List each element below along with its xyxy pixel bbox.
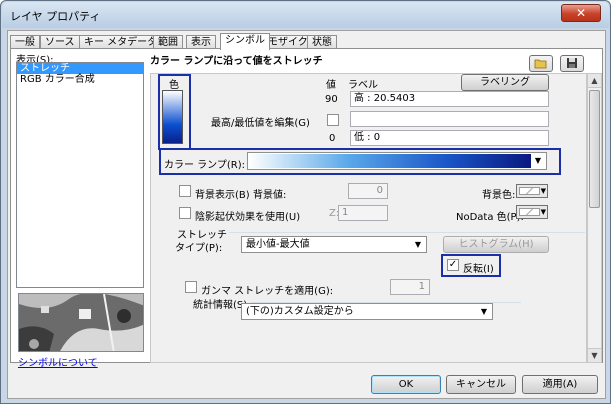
symbology-panel: 表示(S): ストレッチ RGB カラー合成 シンボルについて カラー ランプに… <box>10 48 603 369</box>
statistics-dropdown[interactable]: (下の)カスタム設定から ▼ <box>241 303 493 320</box>
tab-display[interactable]: 表示 <box>186 35 216 49</box>
low-value: 0 <box>329 133 336 144</box>
edit-high-low-label: 最高/最低値を編集(G) <box>211 118 310 129</box>
background-value-label: 背景値: <box>253 190 287 201</box>
nodata-color-button[interactable]: ▼ <box>516 205 548 219</box>
statistics-value: (下の)カスタム設定から <box>246 306 354 317</box>
list-item-stretch[interactable]: ストレッチ <box>17 63 143 74</box>
tab-extent[interactable]: 範囲 <box>153 35 183 49</box>
vertical-scrollbar[interactable]: ▲ ▼ <box>587 73 602 363</box>
ok-button[interactable]: OK <box>371 375 441 394</box>
chevron-down-icon: ▼ <box>414 240 422 249</box>
histogram-button[interactable]: ヒストグラム(H) <box>443 236 549 253</box>
renderer-title: カラー ランプに沿って値をストレッチ <box>150 56 323 67</box>
background-value-field[interactable]: 0 <box>348 183 388 199</box>
tab-mosaic[interactable]: モザイク <box>263 35 313 49</box>
edit-high-low-checkbox[interactable] <box>327 114 339 126</box>
layer-properties-window: レイヤ プロパティ ✕ 一般 ソース キー メタデータ 範囲 表示 シンボル モ… <box>0 0 611 404</box>
open-folder-button[interactable] <box>529 55 553 72</box>
folder-icon <box>534 59 547 69</box>
close-button[interactable]: ✕ <box>561 4 601 22</box>
background-color-button[interactable]: ▼ <box>516 184 548 198</box>
display-background-label: 背景表示(B) <box>195 190 250 201</box>
save-icon <box>567 58 577 68</box>
high-label-field[interactable]: 高 : 20.5403 <box>350 91 549 107</box>
stretch-type-value: 最小値-最大値 <box>246 239 310 250</box>
scroll-thumb[interactable] <box>589 90 600 208</box>
apply-button[interactable]: 適用(A) <box>522 375 598 394</box>
gamma-stretch-label: ガンマ ストレッチを適用(G): <box>201 286 334 297</box>
nodata-color-label: NoData 色(P): <box>456 212 524 223</box>
statistics-label: 統計情報(S) <box>193 300 248 311</box>
chevron-down-icon: ▼ <box>480 307 488 316</box>
stretch-type-dropdown[interactable]: 最小値-最大値 ▼ <box>241 236 427 253</box>
low-label-field[interactable]: 低 : 0 <box>350 130 549 146</box>
scroll-down-icon[interactable]: ▼ <box>588 348 601 362</box>
dialog-client: 一般 ソース キー メタデータ 範囲 表示 シンボル モザイク 状態 表示(S)… <box>7 30 606 399</box>
title-bar[interactable]: レイヤ プロパティ ✕ <box>2 2 609 28</box>
color-swatch-highlight <box>158 74 191 150</box>
value-column-header: 値 <box>326 80 336 91</box>
scroll-up-icon[interactable]: ▲ <box>588 74 601 88</box>
invert-highlight <box>441 254 501 277</box>
stretch-group-divider <box>229 232 585 233</box>
no-color-swatch-icon <box>519 187 540 195</box>
window-title: レイヤ プロパティ <box>10 10 101 23</box>
renderer-content: 色 値 ラベル ラベリング 90 高 : 20.5403 最高/最低値を編集(G… <box>150 73 587 363</box>
mid-label-field[interactable] <box>350 111 549 127</box>
background-color-label: 背景色: <box>482 190 516 201</box>
hillshade-checkbox[interactable] <box>179 207 191 219</box>
tab-status[interactable]: 状態 <box>307 35 337 49</box>
display-background-checkbox[interactable] <box>179 185 191 197</box>
gamma-stretch-checkbox[interactable] <box>185 281 197 293</box>
tab-key-metadata[interactable]: キー メタデータ <box>79 35 163 49</box>
high-value: 90 <box>325 94 338 105</box>
color-ramp-highlight <box>159 148 561 175</box>
hillshade-label: 陰影起伏効果を使用(U) <box>195 212 301 223</box>
list-item-rgb-composite[interactable]: RGB カラー合成 <box>17 74 143 85</box>
gamma-value-field[interactable]: 1 <box>390 279 430 295</box>
tab-symbology[interactable]: シンボル <box>220 33 270 50</box>
save-button[interactable] <box>560 55 584 72</box>
no-color-swatch-icon <box>519 208 540 216</box>
labeling-button[interactable]: ラベリング <box>461 74 549 91</box>
z-factor-field[interactable]: 1 <box>338 205 388 221</box>
renderer-list[interactable]: ストレッチ RGB カラー合成 <box>16 62 144 288</box>
label-column-header: ラベル <box>348 80 378 91</box>
tab-general[interactable]: 一般 <box>10 35 40 49</box>
about-symbology-link[interactable]: シンボルについて <box>18 354 98 369</box>
stretch-type-label: タイプ(P): <box>175 243 223 254</box>
tab-source[interactable]: ソース <box>40 35 80 49</box>
chevron-down-icon: ▼ <box>540 208 546 216</box>
cancel-button[interactable]: キャンセル <box>446 375 516 394</box>
chevron-down-icon: ▼ <box>540 187 546 195</box>
symbology-preview-image <box>18 293 144 352</box>
